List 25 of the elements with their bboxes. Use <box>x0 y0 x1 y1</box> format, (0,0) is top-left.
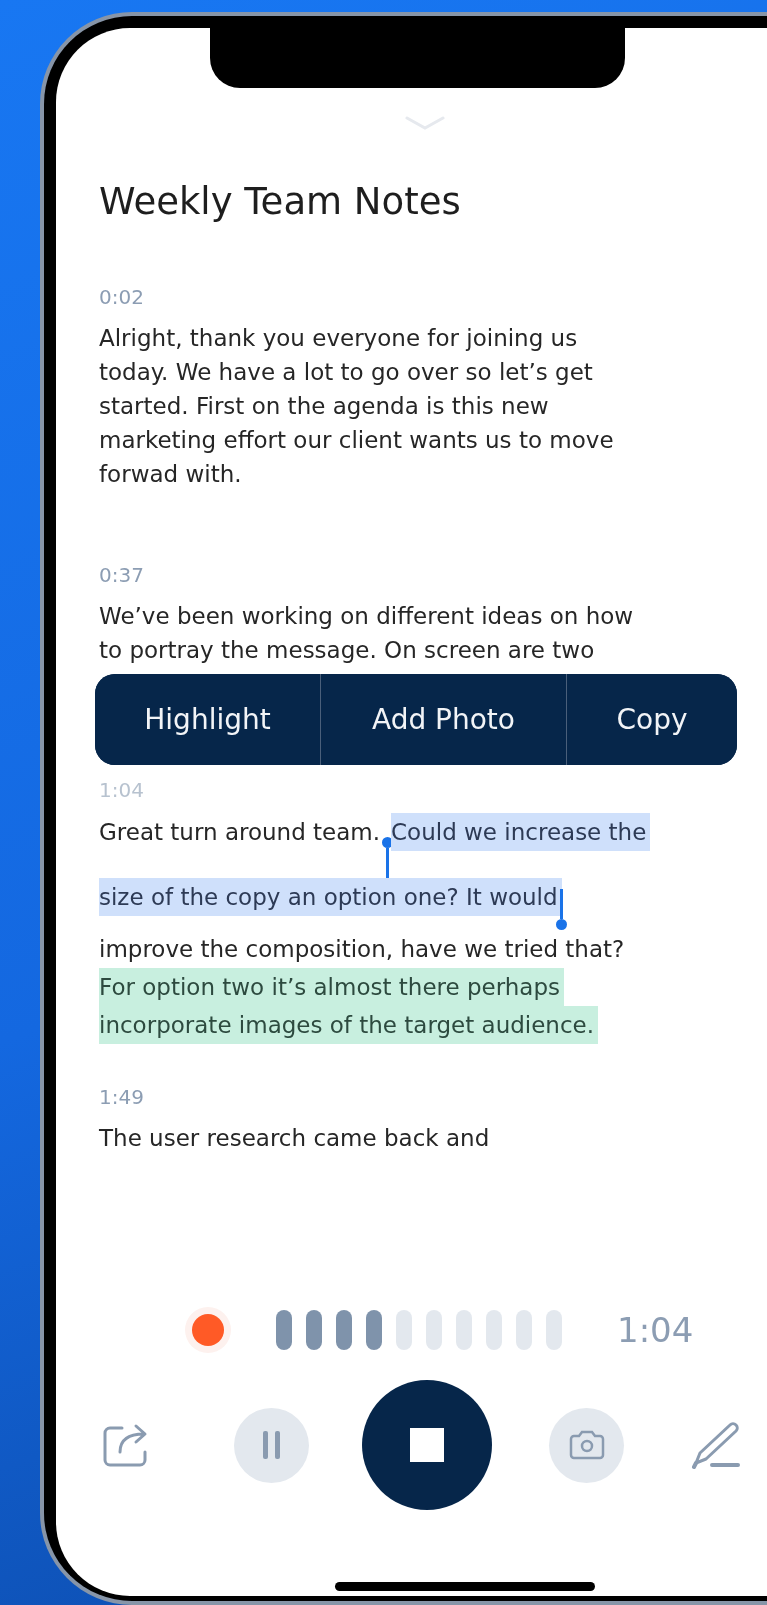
timestamp[interactable]: 0:02 <box>99 283 144 311</box>
transcript-text: We’ve been working on different ideas on how <box>99 602 634 631</box>
chevron-icon <box>405 116 445 130</box>
timestamp[interactable]: 0:37 <box>99 561 144 589</box>
transcript-text: forwad with. <box>99 460 242 489</box>
transcript-text: started. First on the agenda is this new <box>99 392 549 421</box>
highlighted-text: incorporate images of the target audience. <box>99 1006 599 1044</box>
note-title: Weekly Team Notes <box>99 180 461 224</box>
selected-text: Could we increase the <box>391 813 651 851</box>
transcript-text: today. We have a lot to go over so let’s get <box>99 358 593 387</box>
transcript-text: Great turn around team. <box>99 818 381 847</box>
menu-item[interactable]: Copy <box>566 674 737 765</box>
transcript-text: The user research came back and <box>99 1124 490 1153</box>
timestamp[interactable]: 1:04 <box>99 776 144 804</box>
timestamp[interactable]: 1:49 <box>99 1083 144 1111</box>
transcript-text: marketing effort our client wants us to move <box>99 426 614 455</box>
elapsed-time: 1:04 <box>617 1310 694 1350</box>
transcript-text: to portray the message. On screen are two <box>99 636 595 665</box>
transcript-text: improve the composition, have we tried that? <box>99 935 625 964</box>
selection-handle[interactable] <box>555 889 567 930</box>
pen-icon[interactable] <box>690 1421 740 1469</box>
selected-text: size of the copy an option one? It would <box>99 878 562 916</box>
transcript-text: Alright, thank you everyone for joining us <box>99 324 578 353</box>
highlighted-text: For option two it’s almost there perhaps <box>99 968 564 1006</box>
share-icon[interactable] <box>102 1422 150 1468</box>
